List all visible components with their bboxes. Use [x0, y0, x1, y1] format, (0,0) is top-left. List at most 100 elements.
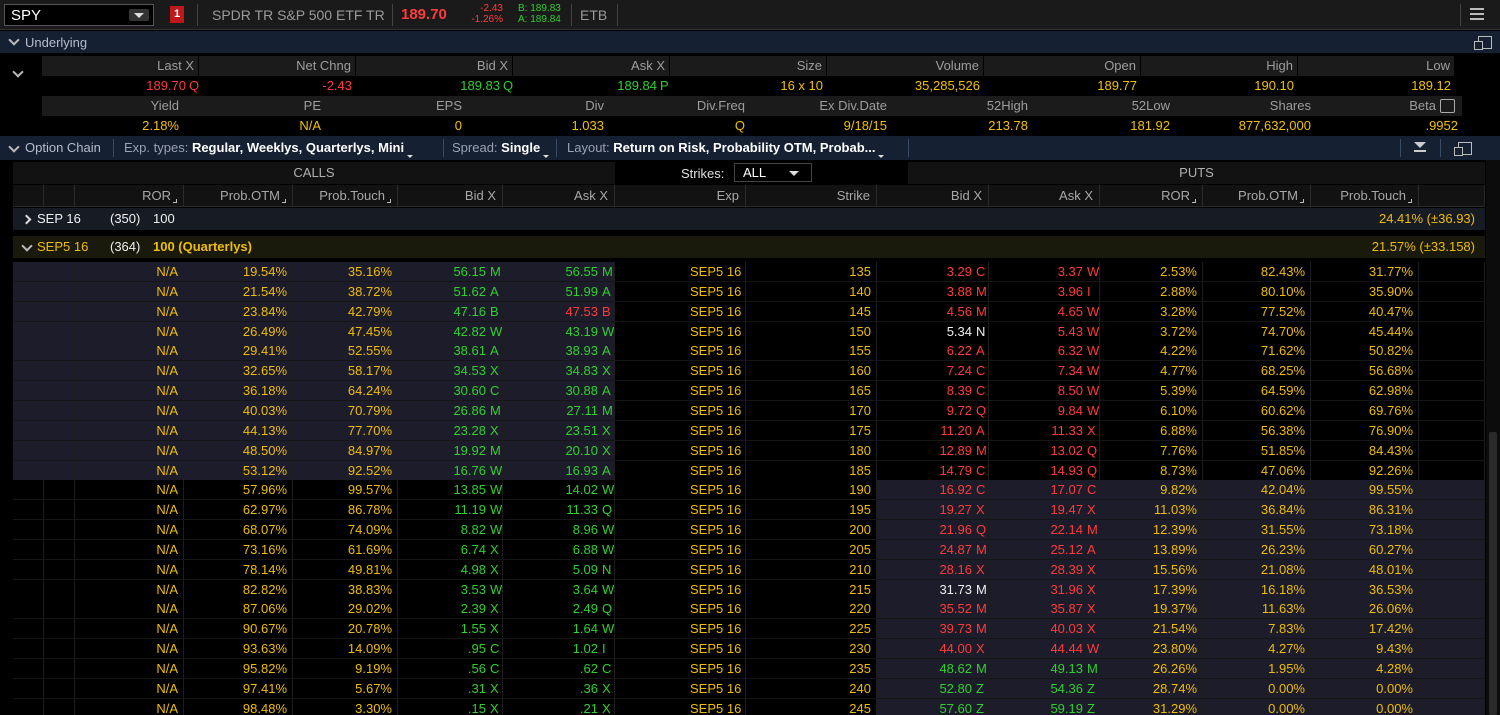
- call-bid[interactable]: 3.53 W: [398, 579, 503, 599]
- put-ask[interactable]: 9.84 W: [989, 400, 1100, 420]
- option-row[interactable]: N/A 82.82% 38.83% 3.53 W 3.64 W SEP5 16 215 31.73…: [13, 579, 1485, 600]
- col-header-call-ror[interactable]: ROR: [75, 185, 184, 207]
- put-ask[interactable]: 17.07 C: [989, 480, 1100, 500]
- call-ask[interactable]: 16.93 A: [503, 460, 615, 480]
- put-bid[interactable]: 57.60 Z: [877, 698, 989, 715]
- call-bid[interactable]: 26.86 M: [398, 400, 503, 420]
- exp-types-dropdown[interactable]: Exp. types: Regular, Weeklys, Quarterlys…: [124, 140, 414, 158]
- put-ask[interactable]: 5.43 W: [989, 321, 1100, 341]
- option-row[interactable]: N/A 21.54% 38.72% 51.62 A 51.99 A SEP5 16 140 3.8…: [13, 281, 1485, 302]
- filter-icon[interactable]: [1414, 142, 1426, 153]
- col-header-put-prob-touch[interactable]: Prob.Touch: [1311, 185, 1419, 207]
- put-ask[interactable]: 31.96 X: [989, 579, 1100, 599]
- call-ask[interactable]: 27.11 M: [503, 400, 615, 420]
- put-ask[interactable]: 35.87 X: [989, 599, 1100, 619]
- strikes-select[interactable]: ALL: [734, 163, 812, 182]
- call-ask[interactable]: 20.10 X: [503, 440, 615, 460]
- option-row[interactable]: N/A 19.54% 35.16% 56.15 M 56.55 M SEP5 16 135 3.2…: [13, 262, 1485, 282]
- call-bid[interactable]: .15 X: [398, 698, 503, 715]
- col-header-call-ask[interactable]: Ask X: [503, 185, 615, 207]
- put-ask[interactable]: 13.02 Q: [989, 440, 1100, 460]
- call-bid[interactable]: 34.53 X: [398, 361, 503, 381]
- call-ask[interactable]: 5.09 N: [503, 559, 615, 579]
- put-bid[interactable]: 4.56 M: [877, 301, 989, 321]
- put-bid[interactable]: 3.88 M: [877, 281, 989, 301]
- put-ask[interactable]: 3.37 W: [989, 262, 1100, 281]
- put-ask[interactable]: 11.33 X: [989, 420, 1100, 440]
- option-row[interactable]: N/A 48.50% 84.97% 19.92 M 20.10 X SEP5 16 180 12.…: [13, 440, 1485, 461]
- expiration-row-sep16[interactable]: SEP 16 (350) 100 24.41% (±36.93): [13, 208, 1485, 230]
- option-row[interactable]: N/A 87.06% 29.02% 2.39 X 2.49 Q SEP5 16 220 35.52…: [13, 599, 1485, 620]
- put-bid[interactable]: 14.79 C: [877, 460, 989, 480]
- call-ask[interactable]: 3.64 W: [503, 579, 615, 599]
- col-header-put-ror[interactable]: ROR: [1100, 185, 1203, 207]
- call-bid[interactable]: 8.82 W: [398, 520, 503, 540]
- put-ask[interactable]: 22.14 M: [989, 520, 1100, 540]
- expand-chevron-icon[interactable]: [21, 214, 32, 225]
- put-bid[interactable]: 31.73 M: [877, 579, 989, 599]
- popout-icon[interactable]: [1474, 36, 1492, 50]
- option-row[interactable]: N/A 44.13% 77.70% 23.28 X 23.51 X SEP5 16 175 11.…: [13, 420, 1485, 441]
- call-ask[interactable]: 2.49 Q: [503, 599, 615, 619]
- call-bid[interactable]: .31 X: [398, 678, 503, 698]
- call-bid[interactable]: 1.55 X: [398, 619, 503, 639]
- spread-dropdown[interactable]: Spread: Single: [452, 140, 550, 158]
- call-ask[interactable]: 1.02 I: [503, 639, 615, 659]
- put-bid[interactable]: 24.87 M: [877, 539, 989, 559]
- call-ask[interactable]: 23.51 X: [503, 420, 615, 440]
- option-row[interactable]: N/A 53.12% 92.52% 16.76 W 16.93 A SEP5 16 185 14.…: [13, 460, 1485, 481]
- collapse-chevron-icon[interactable]: [8, 141, 20, 153]
- call-ask[interactable]: 1.64 W: [503, 619, 615, 639]
- call-ask[interactable]: .21 X: [503, 698, 615, 715]
- put-ask[interactable]: 14.93 Q: [989, 460, 1100, 480]
- put-bid[interactable]: 48.62 M: [877, 659, 989, 678]
- hamburger-menu-icon[interactable]: [1470, 8, 1484, 20]
- option-row[interactable]: N/A 68.07% 74.09% 8.82 W 8.96 W SEP5 16 200 21.96…: [13, 520, 1485, 541]
- call-bid[interactable]: 56.15 M: [398, 262, 503, 281]
- call-ask[interactable]: .62 C: [503, 659, 615, 678]
- put-ask[interactable]: 25.12 A: [989, 539, 1100, 559]
- col-header-call-prob-otm[interactable]: Prob.OTM: [184, 185, 293, 207]
- put-ask[interactable]: 8.50 W: [989, 381, 1100, 401]
- option-row[interactable]: N/A 29.41% 52.55% 38.61 A 38.93 A SEP5 16 155 6.2…: [13, 341, 1485, 362]
- put-ask[interactable]: 40.03 X: [989, 619, 1100, 639]
- option-row[interactable]: N/A 57.96% 99.57% 13.85 W 14.02 W SEP5 16 190 16.…: [13, 480, 1485, 501]
- col-header-strike[interactable]: Strike: [746, 185, 877, 207]
- col-header-put-ask[interactable]: Ask X: [989, 185, 1100, 207]
- call-ask[interactable]: 6.88 W: [503, 539, 615, 559]
- put-bid[interactable]: 12.89 M: [877, 440, 989, 460]
- put-ask[interactable]: 28.39 X: [989, 559, 1100, 579]
- call-ask[interactable]: 47.53 B: [503, 301, 615, 321]
- option-row[interactable]: N/A 26.49% 47.45% 42.82 W 43.19 W SEP5 16 150 5.3…: [13, 321, 1485, 342]
- option-row[interactable]: N/A 32.65% 58.17% 34.53 X 34.83 X SEP5 16 160 7.2…: [13, 361, 1485, 382]
- layout-dropdown[interactable]: Layout: Return on Risk, Probability OTM,…: [567, 140, 885, 158]
- option-row[interactable]: N/A 90.67% 20.78% 1.55 X 1.64 W SEP5 16 225 39.73…: [13, 619, 1485, 640]
- put-bid[interactable]: 6.22 A: [877, 341, 989, 361]
- option-row[interactable]: N/A 62.97% 86.78% 11.19 W 11.33 Q SEP5 16 195 19.…: [13, 500, 1485, 521]
- call-bid[interactable]: 19.92 M: [398, 440, 503, 460]
- vertical-scrollbar[interactable]: [1486, 160, 1500, 715]
- call-ask[interactable]: 56.55 M: [503, 262, 615, 281]
- symbol-input[interactable]: SPY: [4, 4, 154, 26]
- call-ask[interactable]: 8.96 W: [503, 520, 615, 540]
- put-ask[interactable]: 54.36 Z: [989, 678, 1100, 698]
- expiration-row-sep5-16[interactable]: SEP5 16 (364) 100 (Quarterlys) 21.57% (±…: [13, 236, 1485, 258]
- put-bid[interactable]: 8.39 C: [877, 381, 989, 401]
- popout-icon[interactable]: [1454, 142, 1472, 156]
- expand-chevron-icon[interactable]: [12, 66, 24, 78]
- put-ask[interactable]: 4.65 W: [989, 301, 1100, 321]
- call-ask[interactable]: 14.02 W: [503, 480, 615, 500]
- call-ask[interactable]: 51.99 A: [503, 281, 615, 301]
- beta-info-icon[interactable]: [1440, 99, 1455, 113]
- call-bid[interactable]: .56 C: [398, 659, 503, 678]
- option-row[interactable]: N/A 95.82% 9.19% .56 C .62 C SEP5 16 235 48.62 M 49…: [13, 659, 1485, 679]
- put-ask[interactable]: 44.44 W: [989, 639, 1100, 659]
- put-ask[interactable]: 6.32 W: [989, 341, 1100, 361]
- option-row[interactable]: N/A 97.41% 5.67% .31 X .36 X SEP5 16 240 52.80 Z 54…: [13, 678, 1485, 699]
- call-bid[interactable]: 11.19 W: [398, 500, 503, 520]
- call-bid[interactable]: 13.85 W: [398, 480, 503, 500]
- put-ask[interactable]: 7.34 W: [989, 361, 1100, 381]
- call-bid[interactable]: 16.76 W: [398, 460, 503, 480]
- call-ask[interactable]: 11.33 Q: [503, 500, 615, 520]
- call-bid[interactable]: 51.62 A: [398, 281, 503, 301]
